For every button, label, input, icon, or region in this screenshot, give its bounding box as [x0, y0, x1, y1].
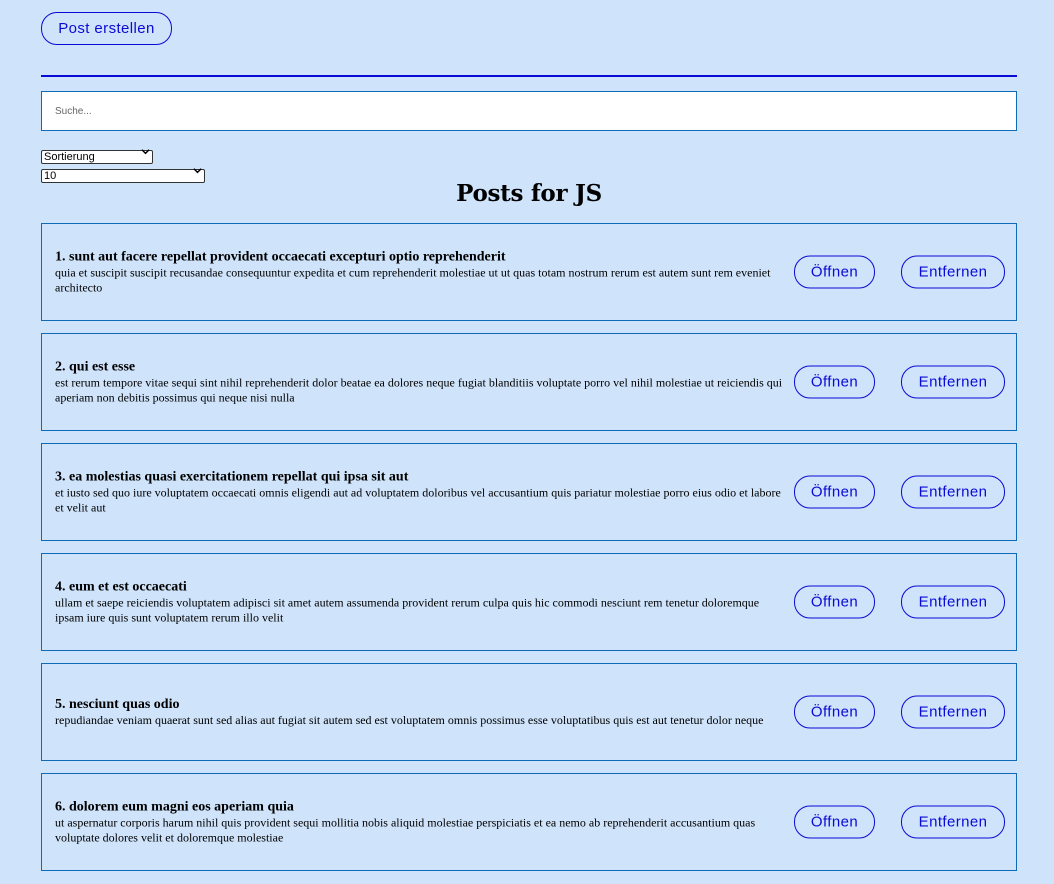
remove-post-button[interactable]: Entfernen: [901, 695, 1005, 729]
post-item: 3. ea molestias quasi exercitationem rep…: [41, 443, 1017, 541]
remove-post-button[interactable]: Entfernen: [901, 255, 1005, 289]
post-content: 4. eum et est occaecati ullam et saepe r…: [55, 579, 783, 626]
post-body: repudiandae veniam quaerat sunt sed alia…: [55, 713, 764, 727]
header-divider: [41, 75, 1017, 77]
post-title: 3. ea molestias quasi exercitationem rep…: [55, 469, 409, 485]
post-body: ullam et saepe reiciendis voluptatem adi…: [55, 595, 760, 625]
post-body: quia et suscipit suscipit recusandae con…: [55, 265, 771, 295]
remove-post-button[interactable]: Entfernen: [901, 475, 1005, 509]
post-title: 4. eum et est occaecati: [55, 579, 187, 595]
post-body: et iusto sed quo iure voluptatem occaeca…: [55, 485, 781, 515]
create-post-button[interactable]: Post erstellen: [41, 12, 172, 45]
post-title: 2. qui est esse: [55, 359, 136, 375]
remove-post-button[interactable]: Entfernen: [901, 365, 1005, 399]
post-content: 2. qui est esse est rerum tempore vitae …: [55, 359, 783, 406]
post-title: 6. dolorem eum magni eos aperiam quia: [55, 799, 294, 815]
remove-post-button[interactable]: Entfernen: [901, 805, 1005, 839]
post-item: 4. eum et est occaecati ullam et saepe r…: [41, 553, 1017, 651]
sort-select-wrapper: Sortierung: [41, 145, 153, 164]
post-content: 1. sunt aut facere repellat provident oc…: [55, 249, 783, 296]
open-post-button[interactable]: Öffnen: [794, 255, 875, 289]
post-content: 5. nesciunt quas odio repudiandae veniam…: [55, 696, 783, 728]
remove-post-button[interactable]: Entfernen: [901, 585, 1005, 619]
post-content: 6. dolorem eum magni eos aperiam quia ut…: [55, 799, 783, 846]
post-content: 3. ea molestias quasi exercitationem rep…: [55, 469, 783, 516]
post-item: 5. nesciunt quas odio repudiandae veniam…: [41, 663, 1017, 761]
open-post-button[interactable]: Öffnen: [794, 805, 875, 839]
search-input[interactable]: [41, 91, 1017, 131]
sort-select[interactable]: Sortierung: [41, 150, 153, 164]
open-post-button[interactable]: Öffnen: [794, 365, 875, 399]
post-title: 5. nesciunt quas odio: [55, 697, 180, 712]
post-body: est rerum tempore vitae sequi sint nihil…: [55, 375, 783, 405]
post-body: ut aspernatur corporis harum nihil quis …: [55, 815, 756, 845]
post-list: 1. sunt aut facere repellat provident oc…: [41, 223, 1017, 883]
open-post-button[interactable]: Öffnen: [794, 695, 875, 729]
page-title: Posts for JS: [456, 180, 602, 207]
post-item: 2. qui est esse est rerum tempore vitae …: [41, 333, 1017, 431]
post-title: 1. sunt aut facere repellat provident oc…: [55, 249, 506, 265]
post-item: 1. sunt aut facere repellat provident oc…: [41, 223, 1017, 321]
open-post-button[interactable]: Öffnen: [794, 585, 875, 619]
open-post-button[interactable]: Öffnen: [794, 475, 875, 509]
limit-select-wrapper: 10: [41, 164, 205, 183]
post-item: 6. dolorem eum magni eos aperiam quia ut…: [41, 773, 1017, 871]
